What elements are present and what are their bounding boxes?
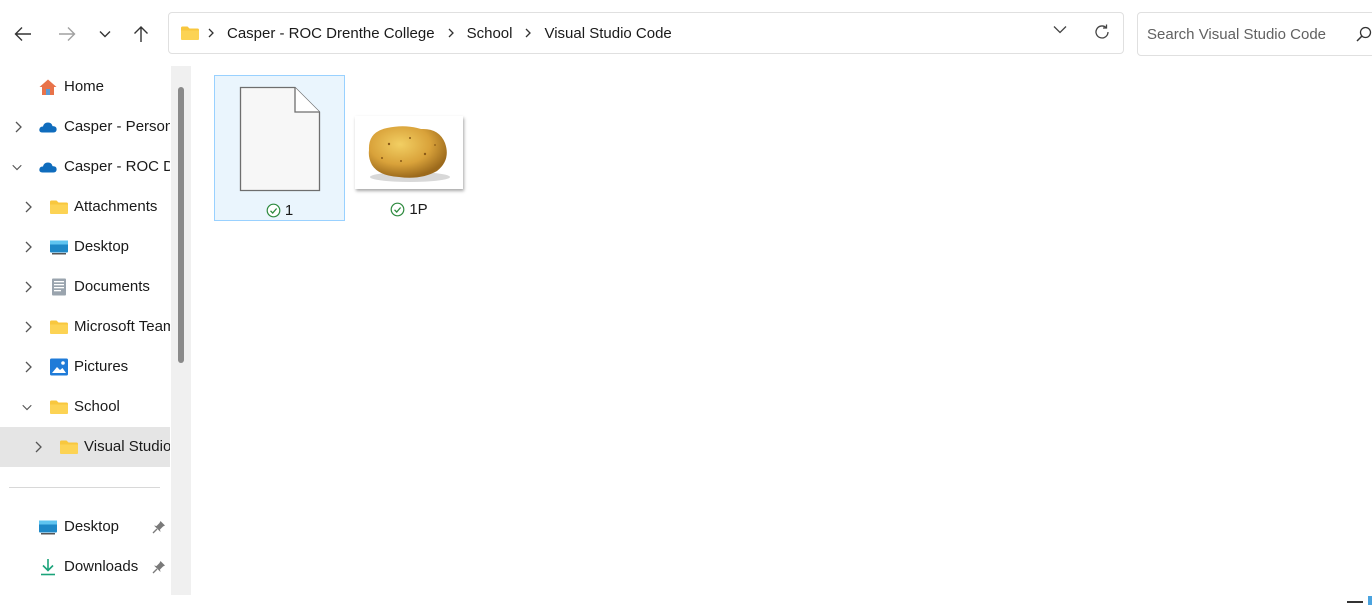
breadcrumb-item[interactable]: Visual Studio Code [544,25,671,42]
chevron-right-icon[interactable] [32,440,44,454]
arrow-up-icon [134,26,148,42]
sidebar-item-label: Microsoft Teams Chat Files [74,318,170,335]
chevron-down-icon[interactable] [21,400,33,414]
folder-icon [60,440,78,454]
arrow-right-icon [59,27,76,41]
breadcrumb-item[interactable]: School [467,25,513,42]
chevron-down-icon[interactable] [11,160,23,174]
desktop-icon [39,520,57,535]
sidebar-divider [9,487,160,488]
file-label: 1P [344,201,474,218]
refresh-icon[interactable] [1093,23,1111,41]
sidebar-item-label: School [74,398,120,415]
chevron-right-icon[interactable] [22,240,34,254]
sidebar-item-label: Home [64,78,105,95]
file-label: 1 [215,202,344,219]
sidebar-item-visual-studio-code[interactable]: Visual Studio Code [0,427,170,467]
sidebar-item-microsoft-teams[interactable]: Microsoft Teams Chat Files [0,307,170,347]
minimize-glyph [1347,601,1363,603]
sync-status-check-icon [266,203,281,218]
chevron-right-icon[interactable] [22,360,34,374]
folder-icon [181,26,199,40]
back-button[interactable] [7,18,39,50]
file-name: 1P [409,201,428,218]
file-view: 1 1P [191,66,1372,605]
sidebar-item-home[interactable]: Home [0,67,170,107]
sidebar-item-desktop[interactable]: Desktop [0,227,170,267]
sidebar-item-onedrive-personal[interactable]: Casper - Personal [0,107,170,147]
toolbar: Casper - ROC Drenthe College School Visu… [0,0,1372,66]
sidebar-item-label: Casper - Personal [64,118,170,135]
sidebar-item-label: Desktop [64,518,120,535]
download-icon [41,559,55,576]
sidebar-item-school[interactable]: School [0,387,170,427]
documents-icon [52,278,66,296]
address-bar[interactable]: Casper - ROC Drenthe College School Visu… [168,12,1124,54]
onedrive-cloud-icon [39,122,57,133]
folder-icon [50,200,68,214]
chevron-right-icon[interactable] [22,320,34,334]
forward-button[interactable] [51,18,83,50]
chevron-right-icon[interactable] [22,280,34,294]
home-icon [39,79,57,95]
sidebar-item-attachments[interactable]: Attachments [0,187,170,227]
navigation-pane: Home Casper - Personal Casper - ROC Dren… [0,66,170,605]
pictures-icon [50,358,68,376]
search-box[interactable]: Search Visual Studio Code [1137,12,1372,56]
sidebar-item-label: Casper - ROC Drenthe College [64,158,170,175]
sidebar-item-label: Visual Studio Code [84,438,170,455]
desktop-icon [50,240,68,255]
sidebar-item-label: Attachments [74,198,158,215]
chevron-right-icon[interactable] [22,200,34,214]
file-item[interactable]: 1 [214,75,345,221]
sidebar-item-label: Pictures [74,358,129,375]
sidebar-item-pictures[interactable]: Pictures [0,347,170,387]
sync-status-check-icon [390,202,405,217]
breadcrumb-separator-icon [524,28,532,38]
breadcrumb: Casper - ROC Drenthe College School Visu… [207,13,684,53]
edge-accent [1368,596,1372,605]
breadcrumb-item[interactable]: Casper - ROC Drenthe College [227,25,435,42]
chevron-right-icon[interactable] [12,120,24,134]
quick-access-downloads[interactable]: Downloads [0,547,170,587]
sidebar-item-label: Downloads [64,558,139,575]
breadcrumb-separator-icon [447,28,455,38]
folder-icon [50,320,68,334]
sidebar-item-label: Desktop [74,238,130,255]
address-dropdown-chevron-icon[interactable] [1053,25,1067,34]
search-icon [1356,26,1372,42]
onedrive-cloud-icon [39,162,57,173]
quick-access-desktop[interactable]: Desktop [0,507,170,547]
breadcrumb-separator-icon [207,28,215,38]
sidebar-item-onedrive-roc[interactable]: Casper - ROC Drenthe College [0,147,170,187]
sidebar-item-documents[interactable]: Documents [0,267,170,307]
recent-locations-button[interactable] [89,18,121,50]
sidebar-scrollbar-thumb[interactable] [178,87,184,363]
arrow-left-icon [14,27,31,41]
pin-icon[interactable] [152,520,166,534]
pin-icon[interactable] [152,560,166,574]
sidebar-item-label: Documents [74,278,150,295]
folder-icon [50,400,68,414]
search-input[interactable]: Search Visual Studio Code [1147,26,1326,43]
blank-file-icon [239,86,321,192]
chevron-down-icon [99,31,111,38]
up-button[interactable] [125,18,157,50]
file-name: 1 [284,202,294,219]
file-item[interactable]: 1P [344,75,474,221]
